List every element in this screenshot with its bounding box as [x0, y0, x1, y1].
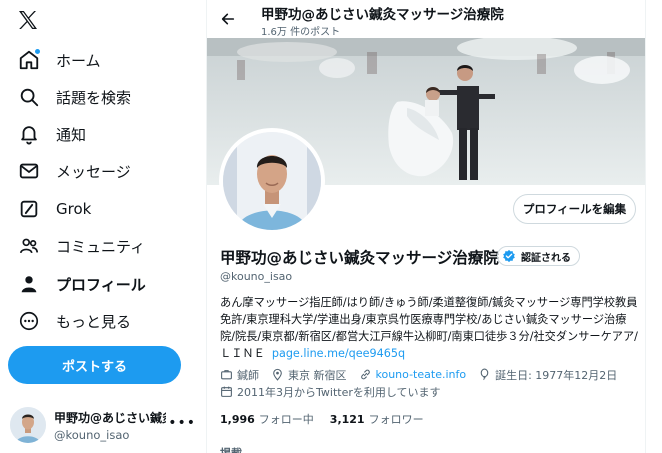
- briefcase-icon: [221, 370, 232, 380]
- website-link[interactable]: kouno-teate.info: [376, 368, 467, 381]
- pinned-label: 掲載: [220, 445, 242, 453]
- followers-link[interactable]: 3,121 フォロワー: [330, 411, 424, 427]
- account-switcher[interactable]: 甲野功@あじさい鍼灸マッサージ治療院 @kouno_isao •••: [10, 403, 200, 447]
- calendar-icon: [221, 386, 232, 397]
- profile-handle: @kouno_isao: [220, 270, 293, 283]
- sidebar-item-label: 話題を検索: [56, 88, 132, 107]
- get-verified-button[interactable]: 認証される: [497, 246, 580, 266]
- following-label: フォロー中: [258, 413, 314, 426]
- back-arrow-icon[interactable]: [217, 8, 239, 30]
- envelope-icon: [18, 160, 40, 182]
- verified-badge-icon: [502, 249, 516, 263]
- verified-label: 認証される: [521, 252, 571, 264]
- sidebar-item-messages[interactable]: メッセージ: [10, 154, 139, 188]
- post-button[interactable]: ポストする: [8, 346, 181, 384]
- account-name: 甲野功@あじさい鍼灸マッサージ治療院: [54, 410, 166, 425]
- meta-birthday: 誕生日: 1977年12月2日: [478, 367, 617, 383]
- home-icon: [18, 48, 41, 71]
- following-count: 1,996: [220, 413, 255, 426]
- more-icon[interactable]: •••: [168, 415, 196, 431]
- joined-date: 2011年3月からTwitterを利用しています: [237, 385, 441, 399]
- sidebar-item-label: ホーム: [56, 51, 101, 70]
- post-count: 1.6万 件のポスト: [261, 27, 341, 38]
- search-icon: [18, 86, 40, 108]
- sidebar-item-label: Grok: [56, 200, 92, 218]
- bio-link[interactable]: page.line.me/qee9465q: [272, 347, 405, 360]
- sidebar-item-label: メッセージ: [56, 162, 131, 181]
- account-handle: @kouno_isao: [54, 427, 130, 442]
- link-icon: [360, 369, 370, 380]
- meta-location: 東京 新宿区: [271, 367, 347, 383]
- sidebar-item-more[interactable]: もっと見る: [10, 304, 139, 338]
- sidebar-item-profile[interactable]: プロフィール: [10, 267, 154, 301]
- sidebar-item-label: 通知: [56, 125, 87, 144]
- profile-header: 甲野功@あじさい鍼灸マッサージ治療院 1.6万 件のポスト: [207, 0, 645, 38]
- sidebar-item-notifications[interactable]: 通知: [10, 117, 94, 151]
- sidebar-item-label: プロフィール: [56, 275, 146, 294]
- balloon-icon: [480, 368, 489, 381]
- sidebar-item-label: コミュニティ: [56, 237, 146, 256]
- notification-dot: [34, 48, 41, 55]
- meta-occupation: 鍼師: [220, 367, 259, 383]
- location-pin-icon: [273, 368, 282, 381]
- followers-label: フォロワー: [368, 413, 424, 426]
- edit-profile-button[interactable]: プロフィールを編集: [513, 194, 636, 224]
- profile-name: 甲野功@あじさい鍼灸マッサージ治療院: [220, 249, 499, 267]
- profile-meta: 鍼師 東京 新宿区 kouno-teate.info 誕生日: 1977年12月…: [220, 366, 640, 400]
- bell-icon: [18, 123, 40, 145]
- occupation: 鍼師: [237, 368, 259, 382]
- birthday: 誕生日: 1977年12月2日: [495, 368, 618, 382]
- sidebar-item-label: もっと見る: [56, 312, 132, 331]
- profile-column: 甲野功@あじさい鍼灸マッサージ治療院 1.6万 件のポスト プロフィールを編集 …: [206, 0, 646, 453]
- more-circle-icon: [18, 310, 40, 332]
- sidebar-item-home[interactable]: ホーム: [10, 43, 109, 77]
- sidebar-item-explore[interactable]: 話題を検索: [10, 80, 139, 114]
- followers-count: 3,121: [329, 413, 365, 426]
- profile-bio: あん摩マッサージ指圧師/はり師/きゅう師/柔道整復師/鍼灸マッサージ専門学校教員…: [220, 294, 640, 362]
- sidebar: ホーム 話題を検索 通知 メッセージ Grok コミュニティ プロフィール もっ…: [0, 0, 205, 453]
- avatar: [10, 407, 46, 443]
- profile-avatar[interactable]: [219, 128, 325, 234]
- person-icon: [18, 273, 40, 295]
- x-logo-icon[interactable]: [16, 8, 40, 32]
- meta-website[interactable]: kouno-teate.info: [359, 368, 467, 381]
- people-icon: [18, 235, 40, 257]
- following-link[interactable]: 1,996 フォロー中: [220, 411, 314, 427]
- location: 東京 新宿区: [288, 368, 347, 382]
- grok-icon: [18, 198, 40, 220]
- meta-joined: 2011年3月からTwitterを利用しています: [220, 384, 441, 400]
- sidebar-item-grok[interactable]: Grok: [10, 192, 99, 226]
- sidebar-item-communities[interactable]: コミュニティ: [10, 229, 153, 263]
- follow-stats: 1,996 フォロー中 3,121 フォロワー: [220, 411, 440, 427]
- header-title: 甲野功@あじさい鍼灸マッサージ治療院: [261, 7, 504, 23]
